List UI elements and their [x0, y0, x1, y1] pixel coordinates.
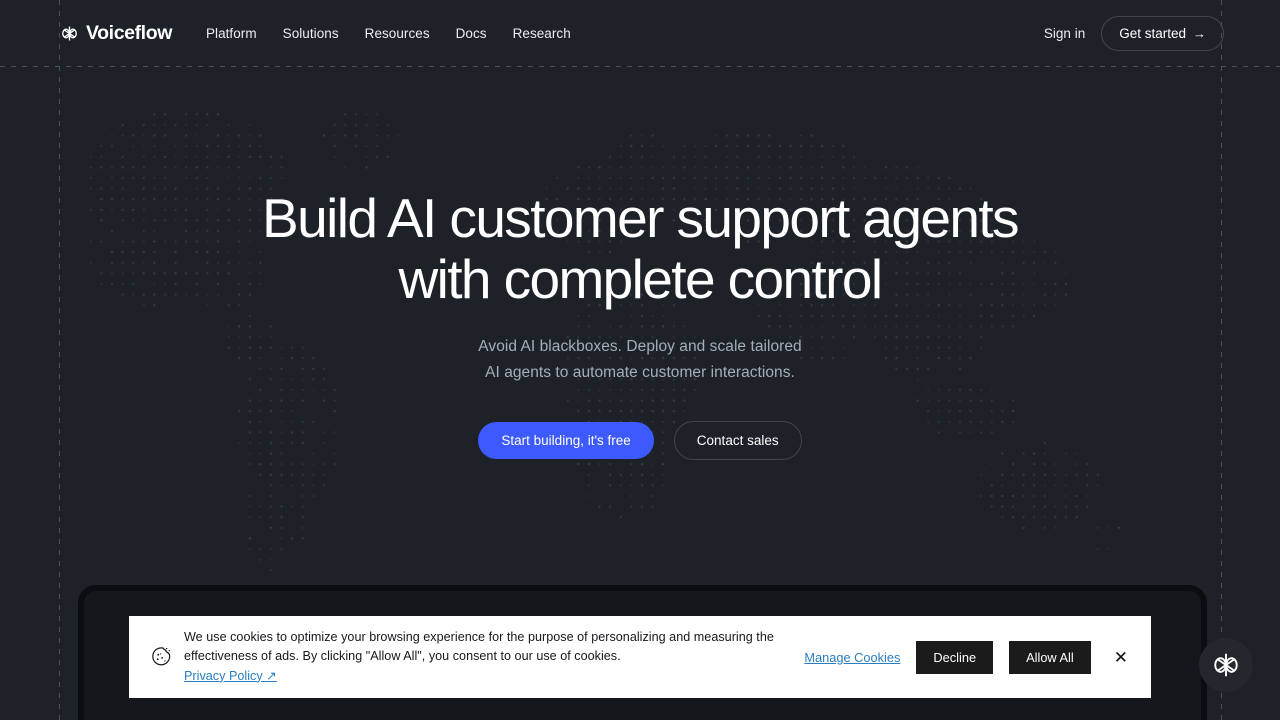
- hero-section: Build AI customer support agents with co…: [0, 66, 1280, 460]
- voiceflow-logo[interactable]: Voiceflow: [60, 22, 172, 45]
- page-title: Build AI customer support agents with co…: [0, 188, 1280, 310]
- logo-wordmark: Voiceflow: [86, 21, 172, 44]
- cookie-consent-banner: We use cookies to optimize your browsing…: [129, 616, 1151, 698]
- page-root: Voiceflow Platform Solutions Resources D…: [0, 0, 1280, 720]
- site-header: Voiceflow Platform Solutions Resources D…: [0, 0, 1280, 66]
- decline-cookies-button[interactable]: Decline: [916, 640, 994, 674]
- hero-subheading: Avoid AI blackboxes. Deploy and scale ta…: [0, 334, 1280, 386]
- chat-widget-button[interactable]: [1199, 638, 1253, 692]
- privacy-policy-link[interactable]: Privacy Policy ↗: [184, 667, 277, 687]
- headline-line-2: with complete control: [398, 248, 883, 310]
- nav-item-solutions[interactable]: Solutions: [283, 26, 339, 41]
- nav-item-resources[interactable]: Resources: [365, 26, 430, 41]
- cookie-text-line-1: We use cookies to optimize your browsing…: [184, 629, 691, 644]
- get-started-button[interactable]: Get started →: [1101, 15, 1224, 51]
- subhead-line-1: Avoid AI blackboxes. Deploy and scale ta…: [478, 338, 802, 355]
- close-icon[interactable]: ✕: [1109, 645, 1133, 670]
- nav-item-research[interactable]: Research: [513, 26, 571, 41]
- cookie-banner-text: We use cookies to optimize your browsing…: [184, 628, 784, 687]
- sign-in-link[interactable]: Sign in: [1044, 26, 1085, 41]
- allow-all-cookies-button[interactable]: Allow All: [1009, 640, 1091, 674]
- subhead-line-2: AI agents to automate customer interacti…: [485, 364, 795, 381]
- get-started-label: Get started: [1119, 25, 1186, 41]
- start-building-button[interactable]: Start building, it's free: [478, 422, 654, 459]
- cookie-icon: [152, 647, 171, 666]
- voiceflow-flower-logo-icon: [1214, 653, 1238, 677]
- cookie-banner-actions: Manage Cookies Decline Allow All ✕: [804, 640, 1133, 674]
- voiceflow-flower-logo-icon: [62, 26, 77, 40]
- header-actions: Sign in Get started →: [1044, 15, 1224, 51]
- nav-item-platform[interactable]: Platform: [206, 26, 257, 41]
- contact-sales-button[interactable]: Contact sales: [673, 421, 802, 460]
- primary-nav: Platform Solutions Resources Docs Resear…: [206, 26, 571, 41]
- nav-item-docs[interactable]: Docs: [456, 26, 487, 41]
- arrow-right-icon: →: [1193, 25, 1206, 41]
- hero-cta-group: Start building, it's free Contact sales: [0, 421, 1280, 460]
- headline-line-1: Build AI customer support agents: [262, 187, 1020, 249]
- manage-cookies-link[interactable]: Manage Cookies: [804, 650, 900, 665]
